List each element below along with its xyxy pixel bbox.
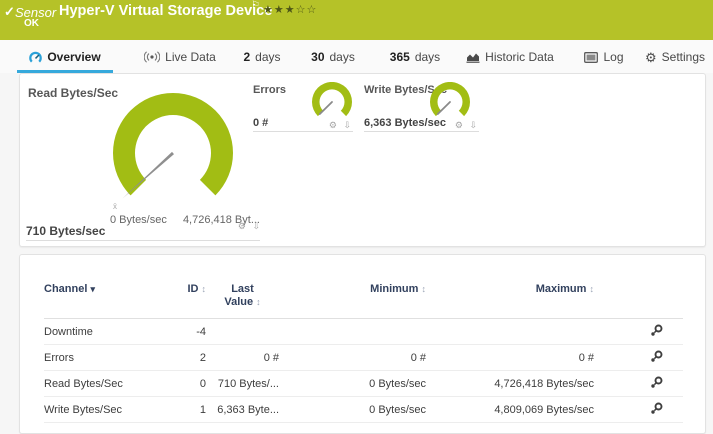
log-icon xyxy=(584,51,599,63)
column-label: Last xyxy=(231,283,254,295)
mini-gauge-title-errors: Errors xyxy=(253,84,287,96)
channel-settings-wrench-icon[interactable] xyxy=(650,324,663,337)
tab-label: Settings xyxy=(661,50,705,64)
maximum-cell: 4,726,418 Bytes/sec xyxy=(494,377,594,390)
tab-overview[interactable]: Overview xyxy=(17,44,113,73)
historic-chart-icon xyxy=(466,51,480,63)
gauge-average-marker: x̄ xyxy=(113,202,117,211)
tab-365-days[interactable]: 365 days xyxy=(372,44,458,73)
table-row-downtime: Downtime -4 xyxy=(44,319,683,345)
errors-gauge xyxy=(312,82,352,117)
tab-label: days xyxy=(414,50,441,64)
column-label: Value xyxy=(224,295,254,308)
gauge-needle xyxy=(318,101,333,115)
tab-label: days xyxy=(255,50,281,64)
column-header-id[interactable]: ID ↕ xyxy=(174,279,206,319)
priority-flag-icon[interactable]: ⚐ xyxy=(251,0,260,11)
priority-stars[interactable]: ★★★☆☆ xyxy=(263,3,317,16)
channel-name-cell: Errors xyxy=(44,351,74,364)
sort-icon: ↕ xyxy=(201,284,207,294)
sort-icon: ↕ xyxy=(256,296,261,307)
channel-id-cell: -4 xyxy=(196,325,206,338)
channel-id-cell: 2 xyxy=(199,351,206,364)
column-header-minimum[interactable]: Minimum ↕ xyxy=(279,279,426,319)
maximum-cell: 0 # xyxy=(578,351,594,364)
main-gauge-current-value: 710 Bytes/sec xyxy=(26,224,106,238)
tab-label: Historic Data xyxy=(485,50,554,64)
tab-label: Overview xyxy=(47,50,101,64)
tab-2-days[interactable]: 2 days xyxy=(230,44,294,73)
gauge-settings-pin-icons[interactable]: ⚙ ⇩ xyxy=(447,120,479,131)
live-data-icon xyxy=(144,51,161,63)
minimum-cell xyxy=(279,319,426,345)
sort-icon: ↕ xyxy=(421,284,427,294)
status-check-icon: ✓ xyxy=(4,4,15,19)
overview-gauges-panel: Read Bytes/Sec x̄ 0 Bytes/sec 4,726,418 … xyxy=(19,73,706,247)
channel-name-cell: Read Bytes/Sec xyxy=(44,377,123,390)
tab-label: Log xyxy=(603,50,624,64)
tab-settings[interactable]: ⚙ Settings xyxy=(640,44,710,73)
column-label: Maximum xyxy=(535,283,587,295)
divider xyxy=(26,240,260,241)
table-row-errors: Errors 2 0 # 0 # 0 # xyxy=(44,345,683,371)
tab-30-days[interactable]: 30 days xyxy=(298,44,368,73)
column-header-tools xyxy=(594,279,683,319)
tab-label: Live Data xyxy=(165,50,216,64)
gauge-icon xyxy=(29,51,43,64)
column-header-last-value[interactable]: Last Value ↕ xyxy=(206,279,279,319)
tab-number: 2 xyxy=(243,50,251,64)
channels-table-panel: Channel ▾ ID ↕ Last Value ↕ Minimum ↕ Ma… xyxy=(19,254,706,434)
column-header-channel[interactable]: Channel ▾ xyxy=(44,279,174,319)
gauge-needle xyxy=(436,101,451,115)
sensor-title: Hyper-V Virtual Storage Device xyxy=(59,3,273,19)
minimum-cell: 0 # xyxy=(410,351,426,364)
divider xyxy=(364,131,479,132)
last-value-cell: 0 # xyxy=(263,351,279,364)
channel-name-cell: Downtime xyxy=(44,325,93,338)
gear-icon: ⚙ xyxy=(644,49,657,65)
tab-historic-data[interactable]: Historic Data xyxy=(458,44,562,73)
channels-table: Channel ▾ ID ↕ Last Value ↕ Minimum ↕ Ma… xyxy=(44,279,683,423)
channel-id-cell: 0 xyxy=(199,377,206,390)
table-header-row: Channel ▾ ID ↕ Last Value ↕ Minimum ↕ Ma… xyxy=(44,279,683,319)
sensor-status-badge: OK xyxy=(24,18,39,29)
channel-settings-wrench-icon[interactable] xyxy=(650,402,663,415)
tab-live-data[interactable]: Live Data xyxy=(135,44,225,73)
gauge-settings-pin-icons[interactable]: ⚙ ⇩ xyxy=(230,221,262,232)
divider xyxy=(253,131,353,132)
tab-number: 365 xyxy=(389,50,410,64)
sort-icon: ↕ xyxy=(589,284,595,294)
table-row-read-bytes: Read Bytes/Sec 0 710 Bytes/... 0 Bytes/s… xyxy=(44,371,683,397)
tab-bar: Overview Live Data 2 days 30 days 365 da… xyxy=(0,40,713,73)
gauge-settings-pin-icons[interactable]: ⚙ ⇩ xyxy=(321,120,353,131)
sensor-status-header: ✓ Sensor Hyper-V Virtual Storage Device … xyxy=(0,0,713,40)
last-value-cell: 710 Bytes/... xyxy=(217,377,279,390)
read-bytes-gauge: x̄ xyxy=(113,92,233,211)
minimum-cell: 0 Bytes/sec xyxy=(369,377,426,390)
last-value-cell xyxy=(206,319,279,345)
prtg-sensor-page: { "colors": { "header_green": "#b5c228",… xyxy=(0,0,713,434)
column-label: ID xyxy=(187,283,199,295)
column-label: Channel xyxy=(44,283,88,295)
tab-log[interactable]: Log xyxy=(578,44,630,73)
maximum-cell xyxy=(426,319,594,345)
mini-gauge-value-errors: 0 # xyxy=(253,117,269,129)
tab-number: 30 xyxy=(311,50,325,64)
tab-label: days xyxy=(329,50,355,64)
channel-settings-wrench-icon[interactable] xyxy=(650,350,663,363)
column-header-maximum[interactable]: Maximum ↕ xyxy=(426,279,594,319)
column-label: Minimum xyxy=(370,283,419,295)
channel-settings-wrench-icon[interactable] xyxy=(650,376,663,389)
mini-gauge-value-write: 6,363 Bytes/sec xyxy=(364,117,446,129)
sort-descending-icon: ▾ xyxy=(90,284,95,294)
